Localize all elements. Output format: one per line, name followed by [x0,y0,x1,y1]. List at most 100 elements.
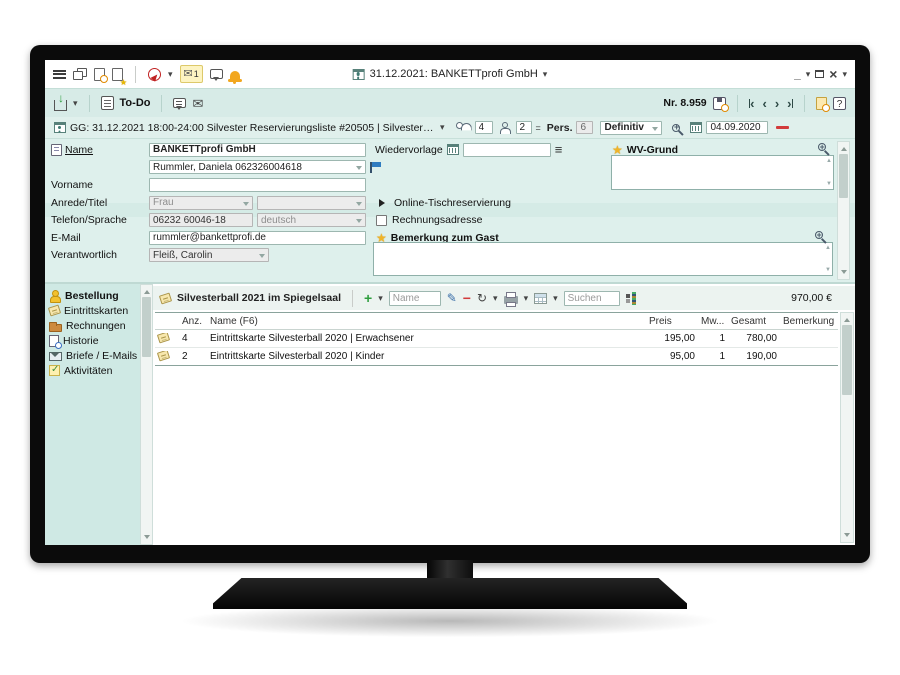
wv-grund-zoom-icon[interactable] [818,143,826,151]
calendar-icon[interactable] [690,122,702,133]
compass-dropdown-icon[interactable]: ▾ [168,70,173,79]
refresh-dropdown-icon[interactable]: ▾ [493,294,498,303]
sidebar-item-rechnungen[interactable]: Rechnungen [49,318,140,333]
delete-row-button[interactable]: − [463,290,471,306]
todo-button[interactable]: To-Do [120,97,151,109]
vorname-field[interactable] [149,178,366,192]
compass-icon[interactable] [148,68,161,81]
event-dropdown-icon[interactable]: ▾ [440,123,445,132]
save-clock-icon[interactable] [713,97,726,110]
telefon-field[interactable] [149,213,253,227]
header-bemerkung[interactable]: Bemerkung [780,316,838,327]
sidebar-scrollbar[interactable] [140,284,153,545]
bell-icon[interactable] [230,71,240,80]
verantwortlich-select[interactable]: Fleiß, Carolin [149,248,269,262]
contact-select[interactable]: Rummler, Daniela 062326004618 [149,160,366,174]
nav-prev-button[interactable]: ‹ [762,97,766,110]
window-title-group[interactable]: 31.12.2021: BANKETTprofi GmbH ▾ [353,68,548,80]
bemerkung-textarea[interactable]: ▲▼ [373,242,833,276]
online-reservation-toggle[interactable]: Online-Tischreservierung [379,197,511,209]
refresh-icon[interactable]: ↻ [477,291,487,305]
sidebar-item-bestellung[interactable]: Bestellung [49,288,140,303]
scrollbar-thumb[interactable] [142,297,151,357]
date-field[interactable] [706,121,768,134]
wiedervorlage-field[interactable] [463,143,551,157]
rechnungsadresse-checkbox[interactable] [376,215,387,226]
mail-badge[interactable]: ✉ 1 [180,65,203,83]
columns-icon[interactable] [626,292,638,305]
menu-icon[interactable] [53,70,66,79]
chat-icon[interactable] [210,69,223,79]
note-icon[interactable] [51,144,62,156]
guests-online-field[interactable] [516,121,532,134]
nav-first-button[interactable]: ‹ [749,97,755,110]
header-name[interactable]: Name (F6) [207,316,646,327]
scroll-up-icon[interactable] [141,285,152,296]
titel-select[interactable] [257,196,366,210]
name-label[interactable]: Name [65,144,93,156]
scroll-down-icon[interactable] [141,533,152,544]
pers-field[interactable] [576,121,593,134]
nav-next-button[interactable]: › [775,97,779,110]
close-button[interactable]: × [829,67,837,81]
scrollbar-thumb[interactable] [842,325,852,395]
table-header-row: Anz. Name (F6) Preis Mw... Gesamt Bemerk… [155,312,838,330]
header-mwst[interactable]: Mw... [698,316,728,327]
remove-date-icon[interactable] [776,126,789,130]
import-icon[interactable] [54,100,67,111]
add-row-button[interactable]: + [364,290,372,306]
status-select[interactable]: Definitiv [600,121,662,135]
add-dropdown-icon[interactable]: ▾ [378,294,383,303]
windows-cascade-icon[interactable] [73,68,87,80]
item-name-input[interactable] [389,291,441,306]
title-dropdown-icon[interactable]: ▾ [543,70,548,79]
guests-total-field[interactable] [475,121,493,134]
wiedervorlage-calendar-icon[interactable] [447,144,459,155]
history-document-icon[interactable] [816,97,827,110]
document-star-icon[interactable] [112,68,123,81]
document-clock-icon[interactable] [94,68,105,81]
event-title[interactable]: GG: 31.12.2021 18:00-24:00 Silvester Res… [70,122,436,134]
wiedervorlage-menu-icon[interactable]: ≡ [555,143,563,156]
print-dropdown-icon[interactable]: ▾ [524,294,529,303]
close-dropdown-icon[interactable]: ▾ [842,70,847,79]
bemerkung-zoom-icon[interactable] [815,231,823,239]
form-scrollbar[interactable] [837,141,850,280]
minimize-dropdown-icon[interactable]: ▾ [806,70,811,79]
flag-icon[interactable] [370,162,372,173]
header-preis[interactable]: Preis [646,316,698,327]
header-anz[interactable]: Anz. [179,316,207,327]
wv-grund-textarea[interactable]: ▲▼ [611,155,834,190]
scroll-up-icon[interactable] [841,313,853,324]
sidebar-item-historie[interactable]: Historie [49,333,140,348]
nav-last-button[interactable]: › [787,97,793,110]
table-scrollbar[interactable] [840,312,854,543]
print-icon[interactable] [504,296,518,304]
sprache-select[interactable]: deutsch [257,213,366,227]
scrollbar-thumb[interactable] [839,154,848,198]
anrede-select[interactable]: Frau [149,196,253,210]
search-input[interactable] [564,291,620,306]
edit-icon[interactable]: ✎ [447,291,457,305]
scroll-up-icon[interactable] [838,142,849,153]
scroll-down-icon[interactable] [841,531,853,542]
table-row[interactable]: 4 Eintrittskarte Silvesterball 2020 | Er… [155,330,838,348]
header-gesamt[interactable]: Gesamt [728,316,780,327]
help-icon[interactable]: ? [833,97,846,110]
chat-lines-icon[interactable] [173,98,186,108]
import-dropdown-icon[interactable]: ▾ [73,99,78,108]
minimize-button[interactable]: _ [794,68,801,80]
table-view-dropdown-icon[interactable]: ▾ [553,294,558,303]
table-view-icon[interactable] [534,293,547,304]
sidebar-item-eintrittskarten[interactable]: Eintrittskarten [49,303,140,318]
envelope-icon[interactable]: ✉ [192,97,203,110]
scroll-down-icon[interactable] [838,268,849,279]
magnifier-plus-icon[interactable] [672,124,680,132]
sidebar-item-aktivitaeten[interactable]: Aktivitäten [49,363,140,378]
name-field[interactable] [149,143,366,157]
todo-list-icon[interactable] [101,96,114,110]
table-row[interactable]: 2 Eintrittskarte Silvesterball 2020 | Ki… [155,348,838,366]
email-field[interactable] [149,231,366,245]
restore-button[interactable] [815,70,824,78]
sidebar-item-briefe[interactable]: Briefe / E-Mails [49,348,140,363]
